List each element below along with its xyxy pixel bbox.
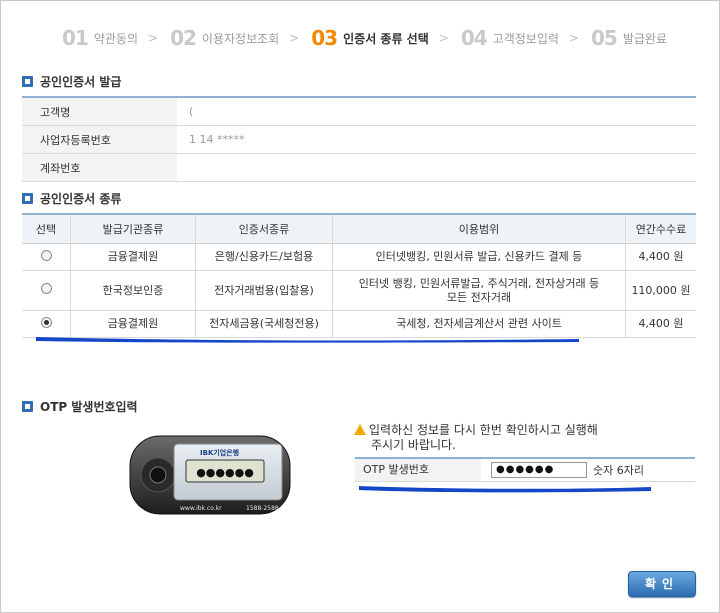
column-header-org: 발급기관종류 bbox=[70, 214, 196, 244]
column-header-scope: 이용범위 bbox=[332, 214, 626, 244]
step-1: 01 약관동의 > bbox=[62, 26, 158, 50]
certificate-kinds-table: 선택 발급기관종류 인증서종류 이용범위 연간수수료 금융결제원 은행/신용카드… bbox=[22, 213, 696, 338]
certificate-radio-2[interactable] bbox=[40, 283, 52, 294]
highlight-underline bbox=[359, 486, 651, 493]
step-number: 02 bbox=[170, 26, 197, 50]
business-number-value: 1 14 ***** bbox=[177, 125, 696, 154]
table-row: 한국정보인증 전자거래범용(입찰용) 인터넷 뱅킹, 민원서류발급, 주식거래,… bbox=[22, 270, 696, 311]
warning-icon bbox=[354, 424, 366, 435]
scope-cell: 인터넷 뱅킹, 민원서류발급, 주식거래, 전자상거래 등 모든 전자거래 bbox=[332, 270, 626, 311]
step-3: 03 인증서 종류 선택 > bbox=[311, 26, 449, 50]
column-header-fee: 연간수수료 bbox=[625, 214, 696, 244]
otp-device-illustration: ●●●●●● IBK기업은행 www.ibk.co.kr 1588-2588 bbox=[129, 435, 291, 515]
step-4: 04 고객정보입력 > bbox=[461, 26, 579, 50]
type-cell: 전자거래범용(입찰용) bbox=[195, 270, 333, 311]
otp-warning: 입력하신 정보를 다시 한번 확인하시고 실행해 주시기 바랍니다. bbox=[354, 423, 694, 453]
step-number: 05 bbox=[590, 26, 618, 50]
step-label: 인증서 종류 선택 bbox=[343, 31, 429, 46]
certificate-radio-1[interactable] bbox=[40, 249, 52, 261]
scope-cell: 인터넷뱅킹, 민원서류 발급, 신용카드 결제 등 bbox=[332, 243, 626, 271]
column-header-select: 선택 bbox=[22, 214, 71, 244]
bullet-icon bbox=[22, 76, 33, 87]
section-title-text: OTP 발생번호입력 bbox=[40, 400, 138, 414]
column-header-type: 인증서종류 bbox=[195, 214, 333, 244]
customer-info-table: 고객명 ( 사업자등록번호 1 14 ***** 계좌번호 bbox=[22, 96, 696, 182]
otp-input-row: OTP 발생번호 ●●●●●● 숫자 6자리 bbox=[355, 459, 695, 482]
device-brand: IBK기업은행 bbox=[200, 448, 239, 457]
step-indicator: 01 약관동의 > 02 이용자정보조회 > 03 인증서 종류 선택 > 04… bbox=[62, 26, 679, 50]
select-cell bbox=[22, 270, 71, 311]
issue-section-title: 공인인증서 발급 bbox=[22, 73, 121, 90]
device-url: www.ibk.co.kr bbox=[180, 505, 222, 512]
section-title-text: 공인인증서 발급 bbox=[40, 75, 122, 89]
chevron-right-icon: > bbox=[289, 31, 300, 45]
org-cell: 금융결제원 bbox=[70, 243, 196, 271]
confirm-button[interactable]: 확인 bbox=[628, 571, 696, 597]
chevron-right-icon: > bbox=[148, 31, 159, 45]
fee-cell: 110,000 원 bbox=[625, 270, 696, 311]
select-cell bbox=[22, 243, 71, 271]
customer-name-value: ( bbox=[177, 97, 696, 126]
step-label: 이용자정보조회 bbox=[201, 31, 280, 46]
table-row: 사업자등록번호 1 14 ***** bbox=[22, 125, 696, 154]
table-header-row: 선택 발급기관종류 인증서종류 이용범위 연간수수료 bbox=[22, 214, 696, 244]
fee-cell: 4,400 원 bbox=[625, 243, 696, 271]
chevron-right-icon: > bbox=[568, 31, 579, 45]
otp-field-label: OTP 발생번호 bbox=[355, 459, 481, 481]
otp-section-title: OTP 발생번호입력 bbox=[22, 398, 138, 415]
business-number-label: 사업자등록번호 bbox=[22, 125, 177, 154]
step-5: 05 발급완료 bbox=[591, 26, 667, 50]
chevron-right-icon: > bbox=[438, 31, 449, 45]
device-display: ●●●●●● bbox=[196, 466, 254, 479]
bullet-icon bbox=[22, 401, 33, 412]
warning-text-line2: 주시기 바랍니다. bbox=[371, 438, 456, 452]
step-2: 02 이용자정보조회 > bbox=[170, 26, 299, 50]
device-phone: 1588-2588 bbox=[246, 505, 279, 512]
customer-name-label: 고객명 bbox=[22, 97, 177, 126]
table-row: 금융결제원 은행/신용카드/보험용 인터넷뱅킹, 민원서류 발급, 신용카드 결… bbox=[22, 243, 696, 271]
section-title-text: 공인인증서 종류 bbox=[40, 192, 122, 206]
step-label: 고객정보입력 bbox=[492, 31, 559, 46]
certificate-radio-3[interactable] bbox=[40, 316, 52, 328]
bullet-icon bbox=[22, 193, 33, 204]
otp-input[interactable]: ●●●●●● bbox=[491, 462, 587, 478]
step-number: 03 bbox=[311, 26, 338, 50]
step-number: 01 bbox=[62, 26, 89, 50]
org-cell: 한국정보인증 bbox=[70, 270, 196, 311]
table-row: 계좌번호 bbox=[22, 153, 696, 182]
warning-text-line1: 입력하신 정보를 다시 한번 확인하시고 실행해 bbox=[369, 423, 598, 437]
account-number-label: 계좌번호 bbox=[22, 153, 177, 182]
highlight-underline bbox=[36, 337, 579, 343]
kinds-section-title: 공인인증서 종류 bbox=[22, 190, 121, 207]
otp-input-table: OTP 발생번호 ●●●●●● 숫자 6자리 bbox=[355, 457, 695, 482]
step-label: 발급완료 bbox=[622, 31, 667, 46]
otp-suffix: 숫자 6자리 bbox=[593, 464, 644, 477]
step-number: 04 bbox=[460, 26, 488, 50]
account-number-value bbox=[177, 153, 696, 182]
fee-cell: 4,400 원 bbox=[625, 310, 696, 338]
table-row: 고객명 ( bbox=[22, 97, 696, 126]
step-label: 약관동의 bbox=[93, 31, 139, 46]
type-cell: 은행/신용카드/보험용 bbox=[195, 243, 333, 271]
